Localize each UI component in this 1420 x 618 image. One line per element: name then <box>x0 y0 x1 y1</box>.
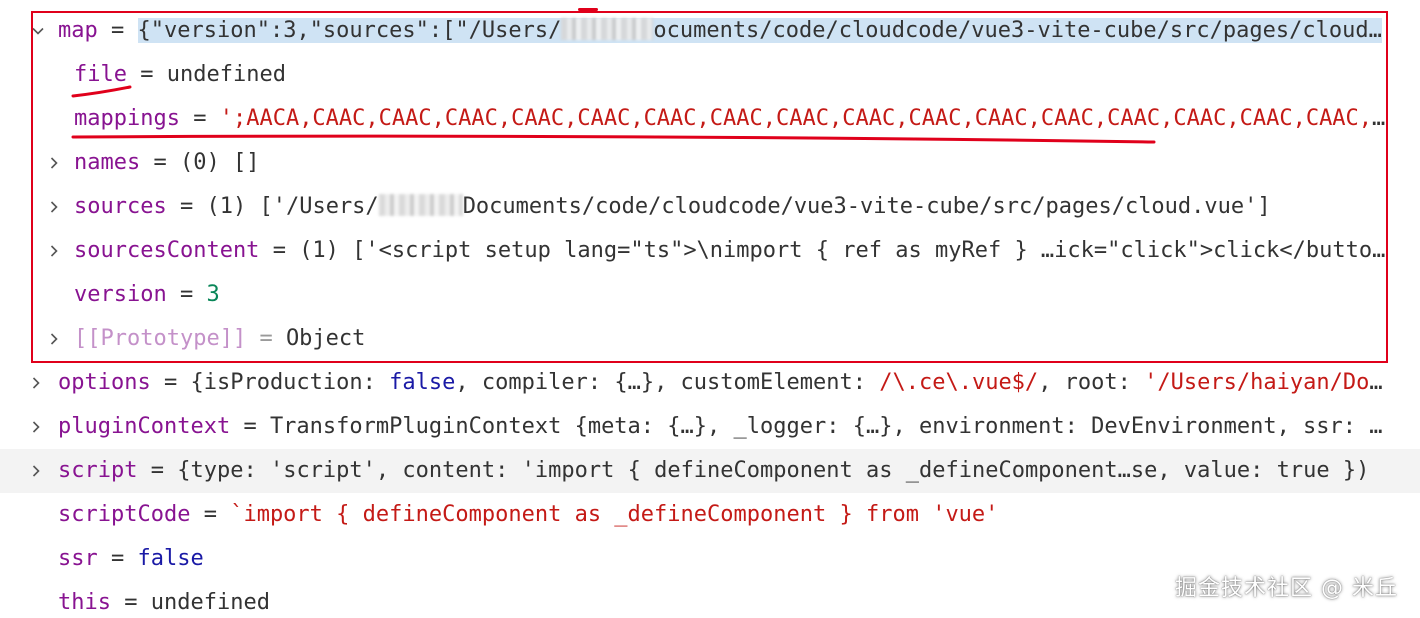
script-value-d: 'import { defineComponent as _defineComp… <box>521 458 1158 483</box>
options-value-c: , compiler: {…}, customElement: <box>455 370 880 395</box>
debugger-variables-panel: map = {"version":3,"sources":["/Users/oc… <box>0 0 1420 618</box>
variable-name: mappings <box>74 106 180 131</box>
chevron-right-icon[interactable] <box>44 317 64 361</box>
variable-row-mappings[interactable]: mappings = ';AACA,CAAC,CAAC,CAAC,CAAC,CA… <box>0 97 1420 141</box>
equals-sign: = <box>124 590 138 615</box>
variable-value: ';AACA,CAAC,CAAC,CAAC,CAAC,CAAC,CAAC,CAA… <box>219 106 1392 131</box>
variable-value: ['<script setup lang="ts">\nimport { ref… <box>352 238 1392 263</box>
equals-sign: = <box>272 238 286 263</box>
variable-row-script[interactable]: script = {type: 'script', content: 'impo… <box>0 449 1420 493</box>
variable-pluginContext-content: pluginContext = TransformPluginContext {… <box>58 405 1392 449</box>
variable-row-pluginContext[interactable]: pluginContext = TransformPluginContext {… <box>0 405 1420 449</box>
options-value-d: /\.ce\.vue$/ <box>879 370 1039 395</box>
watermark-text: 掘金技术社区 @ 米丘 <box>1175 576 1398 601</box>
variable-row-sourcesContent[interactable]: sourcesContent = (1) ['<script setup lan… <box>0 229 1420 273</box>
variable-ssr-content: ssr = false <box>58 537 1358 581</box>
redacted-username <box>378 194 463 216</box>
variable-name: scriptCode <box>58 502 191 527</box>
variable-options-content: options = {isProduction: false, compiler… <box>58 361 1392 405</box>
variable-name: pluginContext <box>58 414 231 439</box>
script-value-g: }) <box>1329 458 1370 483</box>
script-value-e: , value: <box>1157 458 1277 483</box>
variable-this-content: this = undefined <box>58 581 1058 618</box>
chevron-right-icon[interactable] <box>44 185 64 229</box>
script-value-f: true <box>1276 458 1330 483</box>
variable-value: undefined <box>150 590 270 615</box>
equals-sign: = <box>111 546 125 571</box>
variable-value: false <box>137 546 204 571</box>
variable-value: TransformPluginContext {meta: {…}, _logg… <box>269 414 1392 439</box>
redacted-username <box>561 18 654 40</box>
options-value-a: {isProduction: <box>190 370 390 395</box>
variable-row-file[interactable]: file = undefined <box>0 53 1420 97</box>
equals-sign: = <box>163 370 178 395</box>
variable-name: names <box>74 150 141 175</box>
script-value-a: {type: <box>177 458 270 483</box>
equals-sign: = <box>203 502 217 527</box>
array-count: (1) <box>206 194 247 219</box>
equals-sign: = <box>153 150 167 175</box>
variable-value: undefined <box>166 62 286 87</box>
variable-row-sources[interactable]: sources = (1) ['/Users/Documents/code/cl… <box>0 185 1420 229</box>
variable-mappings-content: mappings = ';AACA,CAAC,CAAC,CAAC,CAAC,CA… <box>74 97 1392 141</box>
variable-name: sourcesContent <box>74 238 260 263</box>
variable-map-content: map = {"version":3,"sources":["/Users/oc… <box>58 9 1390 53</box>
equals-sign: = <box>111 18 125 43</box>
variable-prototype-content: [[Prototype]] = Object <box>74 317 1374 361</box>
map-value-prefix: {"version":3,"sources":["/Users/ <box>137 18 562 43</box>
chevron-right-icon[interactable] <box>44 229 64 273</box>
variable-row-prototype[interactable]: [[Prototype]] = Object <box>0 317 1420 361</box>
variable-name: sources <box>74 194 167 219</box>
script-value-b: 'script' <box>269 458 376 483</box>
equals-sign: = <box>179 194 194 219</box>
variable-name: script <box>58 458 138 483</box>
variable-sources-content: sources = (1) ['/Users/Documents/code/cl… <box>74 185 1384 229</box>
options-value-e: , root: <box>1038 370 1145 395</box>
variable-row-names[interactable]: names = (0) [] <box>0 141 1420 185</box>
variable-row-map[interactable]: map = {"version":3,"sources":["/Users/oc… <box>0 9 1420 53</box>
variable-name: map <box>58 18 98 43</box>
variable-value: (0) [] <box>179 150 260 175</box>
variable-value: `import { defineComponent as _defineComp… <box>230 502 999 527</box>
variable-value: 3 <box>206 282 220 307</box>
variable-name: [[Prototype]] <box>74 326 247 351</box>
equals-sign: = <box>193 106 207 131</box>
equals-sign: = <box>179 282 194 307</box>
variable-name: ssr <box>58 546 98 571</box>
variable-script-content: script = {type: 'script', content: 'impo… <box>58 449 1392 493</box>
chevron-right-icon[interactable] <box>26 361 46 405</box>
equals-sign: = <box>140 62 154 87</box>
equals-sign: = <box>259 326 273 351</box>
options-value-f: '/Users/haiyan/Doc… <box>1144 370 1392 395</box>
map-value-suffix: ocuments/code/cloudcode/vue3-vite-cube/s… <box>653 18 1382 43</box>
variable-row-options[interactable]: options = {isProduction: false, compiler… <box>0 361 1420 405</box>
variable-name: version <box>74 282 167 307</box>
variable-names-content: names = (0) [] <box>74 141 1374 185</box>
variable-value: Object <box>285 326 366 351</box>
variable-file-content: file = undefined <box>74 53 1374 97</box>
variable-row-scriptCode[interactable]: scriptCode = `import { defineComponent a… <box>0 493 1420 537</box>
variable-sourcesContent-content: sourcesContent = (1) ['<script setup lan… <box>74 229 1392 273</box>
equals-sign: = <box>150 458 164 483</box>
equals-sign: = <box>243 414 257 439</box>
variable-scriptCode-content: scriptCode = `import { defineComponent a… <box>58 493 1392 537</box>
variable-row-version[interactable]: version = 3 <box>0 273 1420 317</box>
script-value-c: , content: <box>375 458 522 483</box>
variable-name: this <box>58 590 111 615</box>
chevron-right-icon[interactable] <box>26 405 46 449</box>
variable-version-content: version = 3 <box>74 273 1374 317</box>
options-value-b: false <box>389 370 456 395</box>
chevron-right-icon[interactable] <box>26 449 46 493</box>
array-count: (1) <box>299 238 339 263</box>
variable-name: file <box>74 62 127 87</box>
variable-name: options <box>58 370 151 395</box>
chevron-down-icon[interactable] <box>28 9 48 53</box>
chevron-right-icon[interactable] <box>44 141 64 185</box>
selected-value[interactable]: {"version":3,"sources":["/Users/ocuments… <box>137 18 1382 43</box>
sources-value-prefix: ['/Users/ <box>259 194 379 219</box>
sources-value-suffix: Documents/code/cloudcode/vue3-vite-cube/… <box>462 194 1271 219</box>
